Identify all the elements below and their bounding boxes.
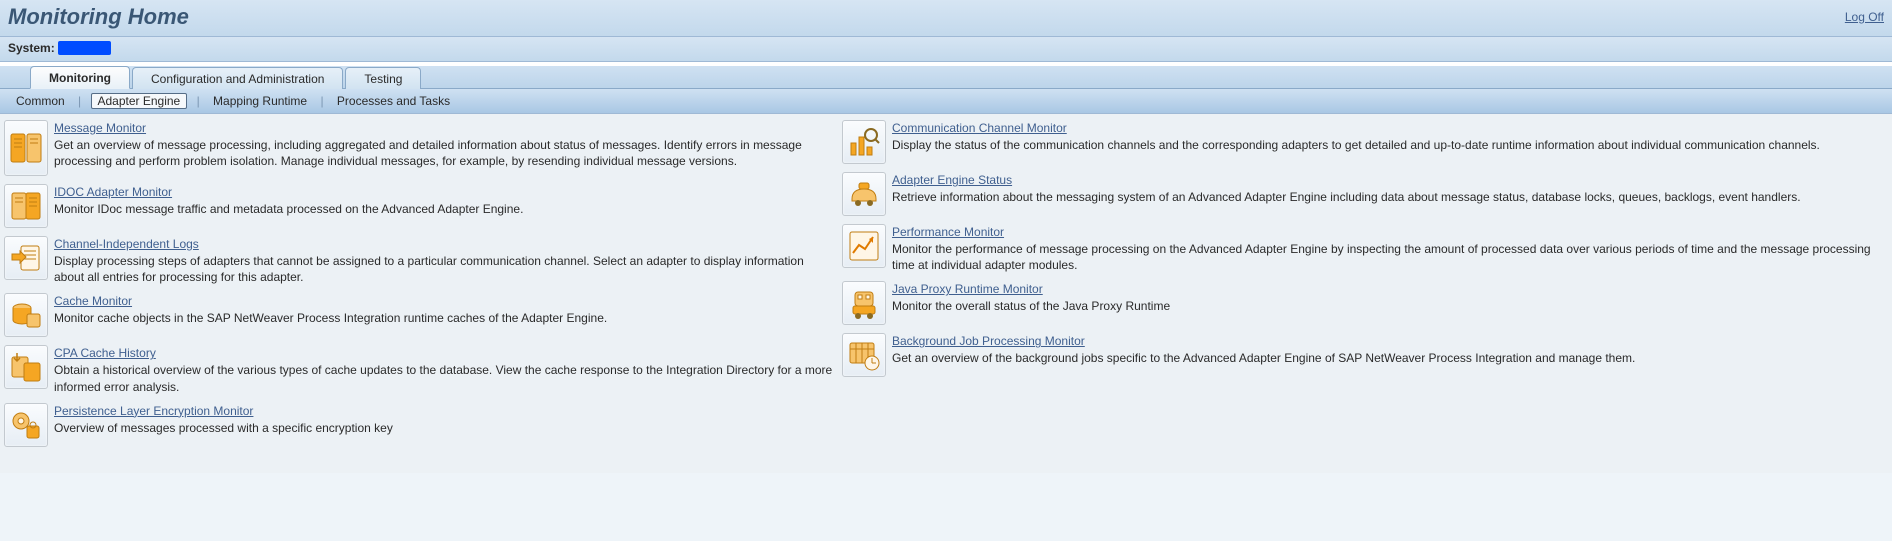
primary-tab-row: Monitoring Configuration and Administrat…	[0, 66, 1892, 89]
item-desc: Display the status of the communication …	[892, 137, 1888, 153]
left-column: Message Monitor Get an overview of messa…	[4, 118, 834, 453]
system-bar: System: XXXX	[0, 37, 1892, 62]
item-body: CPA Cache History Obtain a historical ov…	[54, 345, 834, 394]
item-body: Performance Monitor Monitor the performa…	[892, 224, 1888, 273]
message-monitor-link[interactable]: Message Monitor	[54, 121, 146, 135]
item-body: Background Job Processing Monitor Get an…	[892, 333, 1888, 366]
encryption-icon	[4, 403, 48, 447]
engine-status-icon	[842, 172, 886, 216]
item-comm-channel: Communication Channel Monitor Display th…	[842, 120, 1888, 164]
item-engine-status: Adapter Engine Status Retrieve informati…	[842, 172, 1888, 216]
subtab-common[interactable]: Common	[12, 94, 69, 108]
item-desc: Display processing steps of adapters tha…	[54, 253, 834, 285]
item-body: Communication Channel Monitor Display th…	[892, 120, 1888, 153]
channel-logs-link[interactable]: Channel-Independent Logs	[54, 237, 199, 251]
tab-config-admin[interactable]: Configuration and Administration	[132, 67, 343, 89]
item-performance: Performance Monitor Monitor the performa…	[842, 224, 1888, 273]
title-bar: Monitoring Home Log Off	[0, 0, 1892, 37]
content-area: Message Monitor Get an overview of messa…	[0, 114, 1892, 473]
subtab-separator: |	[191, 94, 206, 108]
system-value: XXXX	[58, 41, 111, 55]
performance-link[interactable]: Performance Monitor	[892, 225, 1004, 239]
encryption-monitor-link[interactable]: Persistence Layer Encryption Monitor	[54, 404, 253, 418]
performance-icon	[842, 224, 886, 268]
tab-testing[interactable]: Testing	[345, 67, 421, 89]
logoff-link[interactable]: Log Off	[1845, 10, 1884, 24]
item-cpa-cache: CPA Cache History Obtain a historical ov…	[4, 345, 834, 394]
comm-channel-link[interactable]: Communication Channel Monitor	[892, 121, 1067, 135]
logoff-container: Log Off	[1845, 10, 1884, 24]
item-body: Channel-Independent Logs Display process…	[54, 236, 834, 285]
tab-monitoring[interactable]: Monitoring	[30, 66, 130, 89]
item-channel-logs: Channel-Independent Logs Display process…	[4, 236, 834, 285]
item-background-job: Background Job Processing Monitor Get an…	[842, 333, 1888, 377]
item-body: Cache Monitor Monitor cache objects in t…	[54, 293, 834, 326]
item-desc: Retrieve information about the messaging…	[892, 189, 1888, 205]
subtab-separator: |	[72, 94, 87, 108]
cache-monitor-link[interactable]: Cache Monitor	[54, 294, 132, 308]
comm-channel-icon	[842, 120, 886, 164]
idoc-adapter-link[interactable]: IDOC Adapter Monitor	[54, 185, 172, 199]
background-job-link[interactable]: Background Job Processing Monitor	[892, 334, 1085, 348]
java-proxy-link[interactable]: Java Proxy Runtime Monitor	[892, 282, 1043, 296]
subtab-separator: |	[314, 94, 329, 108]
item-message-monitor: Message Monitor Get an overview of messa…	[4, 120, 834, 176]
item-desc: Get an overview of message processing, i…	[54, 137, 834, 169]
item-cache-monitor: Cache Monitor Monitor cache objects in t…	[4, 293, 834, 337]
subtab-processes-tasks[interactable]: Processes and Tasks	[333, 94, 454, 108]
item-java-proxy: Java Proxy Runtime Monitor Monitor the o…	[842, 281, 1888, 325]
item-body: IDOC Adapter Monitor Monitor IDoc messag…	[54, 184, 834, 217]
message-monitor-icon	[4, 120, 48, 176]
channel-logs-icon	[4, 236, 48, 280]
item-body: Persistence Layer Encryption Monitor Ove…	[54, 403, 834, 436]
item-desc: Monitor the performance of message proce…	[892, 241, 1888, 273]
item-desc: Obtain a historical overview of the vari…	[54, 362, 834, 394]
system-label: System:	[8, 41, 55, 55]
cpa-cache-link[interactable]: CPA Cache History	[54, 346, 156, 360]
item-desc: Get an overview of the background jobs s…	[892, 350, 1888, 366]
page-title: Monitoring Home	[8, 4, 189, 30]
item-body: Adapter Engine Status Retrieve informati…	[892, 172, 1888, 205]
item-desc: Overview of messages processed with a sp…	[54, 420, 834, 436]
java-proxy-icon	[842, 281, 886, 325]
background-job-icon	[842, 333, 886, 377]
secondary-tab-row: Common | Adapter Engine | Mapping Runtim…	[0, 89, 1892, 114]
engine-status-link[interactable]: Adapter Engine Status	[892, 173, 1012, 187]
item-body: Message Monitor Get an overview of messa…	[54, 120, 834, 169]
subtab-mapping-runtime[interactable]: Mapping Runtime	[209, 94, 311, 108]
item-encryption-monitor: Persistence Layer Encryption Monitor Ove…	[4, 403, 834, 447]
item-idoc-adapter: IDOC Adapter Monitor Monitor IDoc messag…	[4, 184, 834, 228]
item-desc: Monitor cache objects in the SAP NetWeav…	[54, 310, 834, 326]
item-body: Java Proxy Runtime Monitor Monitor the o…	[892, 281, 1888, 314]
subtab-adapter-engine[interactable]: Adapter Engine	[91, 93, 188, 109]
idoc-adapter-icon	[4, 184, 48, 228]
cache-monitor-icon	[4, 293, 48, 337]
item-desc: Monitor IDoc message traffic and metadat…	[54, 201, 834, 217]
right-column: Communication Channel Monitor Display th…	[842, 118, 1888, 383]
item-desc: Monitor the overall status of the Java P…	[892, 298, 1888, 314]
cpa-cache-icon	[4, 345, 48, 389]
